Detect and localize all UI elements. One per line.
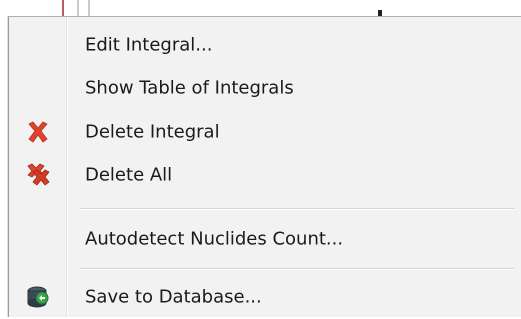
menu-item-edit-integral[interactable]: Edit Integral... (9, 23, 521, 67)
context-menu: Edit Integral... Show Table of Integrals… (8, 16, 521, 317)
menu-item-delete-integral[interactable]: Delete Integral (9, 110, 521, 154)
database-save-icon (25, 284, 51, 310)
menu-separator (79, 208, 514, 210)
menu-item-show-table-of-integrals[interactable]: Show Table of Integrals (9, 66, 521, 110)
menu-item-label: Edit Integral... (85, 34, 213, 56)
red-x-icon (25, 119, 51, 145)
menu-item-label: Delete All (85, 164, 173, 186)
menu-item-save-to-database[interactable]: Save to Database... (9, 275, 521, 319)
menu-item-label: Autodetect Nuclides Count... (85, 228, 344, 250)
menu-item-label: Show Table of Integrals (85, 77, 294, 99)
menu-item-autodetect-nuclides-count[interactable]: Autodetect Nuclides Count... (9, 217, 521, 261)
menu-separator (79, 268, 514, 270)
menu-item-label: Delete Integral (85, 121, 220, 143)
red-double-x-icon (25, 162, 51, 188)
menu-item-delete-all[interactable]: Delete All (9, 153, 521, 197)
menu-item-label: Save to Database... (85, 286, 262, 308)
